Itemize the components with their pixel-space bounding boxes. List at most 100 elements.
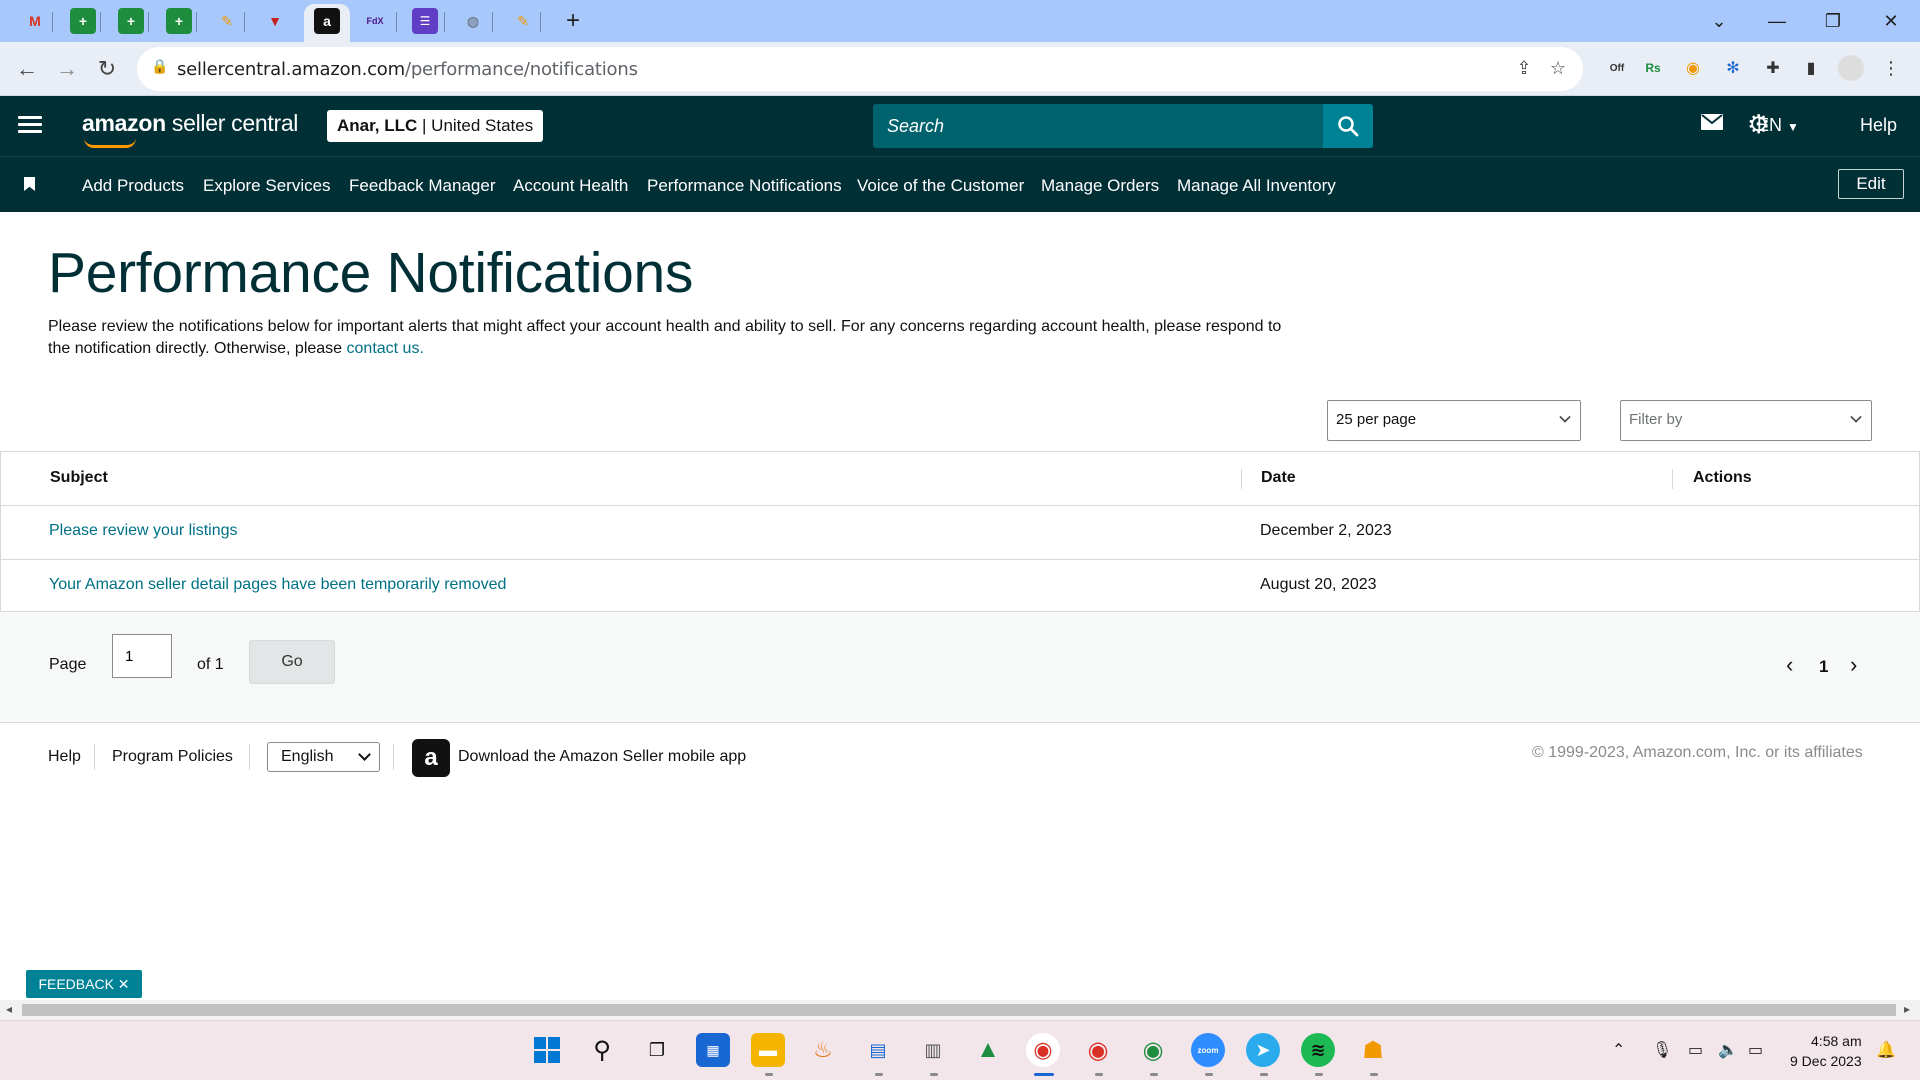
nav-voice-of-customer[interactable]: Voice of the Customer [857, 176, 1024, 196]
nav-performance-notifications[interactable]: Performance Notifications [647, 176, 842, 196]
amazon-a-icon[interactable]: a [314, 8, 340, 34]
forward-icon[interactable]: → [52, 54, 82, 84]
current-page[interactable]: 1 [1819, 657, 1828, 677]
search-button[interactable] [1323, 104, 1373, 148]
help-link[interactable]: Help [1860, 115, 1897, 136]
extension-circle-icon[interactable]: ◉ [1680, 55, 1706, 81]
battery-icon[interactable]: ▭ [1748, 1040, 1763, 1060]
nav-manage-inventory[interactable]: Manage All Inventory [1177, 176, 1336, 196]
gmail-tab-icon[interactable]: M [22, 8, 48, 34]
copyright-text: © 1999-2023, Amazon.com, Inc. or its aff… [1532, 744, 1863, 761]
system-clock[interactable]: 4:58 am 9 Dec 2023 [1790, 1031, 1862, 1071]
column-header-subject[interactable]: Subject [50, 469, 108, 487]
new-tab-icon[interactable]: + [560, 7, 586, 34]
search-icon[interactable]: ⚲ [585, 1033, 619, 1067]
lock-icon[interactable]: 🔒 [149, 58, 171, 80]
chrome-icon[interactable]: ◉ [1026, 1033, 1060, 1067]
tab-separator [52, 12, 53, 32]
scrollbar-thumb[interactable] [22, 1004, 1896, 1016]
back-icon[interactable]: ← [12, 54, 42, 84]
notepad-icon[interactable]: ▤ [861, 1033, 895, 1067]
puzzle-icon[interactable]: ✚ [1760, 55, 1786, 81]
extension-rs-icon[interactable]: Rs [1640, 55, 1666, 81]
footer-language-select[interactable]: English [267, 742, 380, 772]
google-drive-icon[interactable]: ▲ [971, 1033, 1005, 1067]
fedex-tab-icon[interactable]: FdX [362, 8, 388, 34]
download-app-link[interactable]: Download the Amazon Seller mobile app [458, 748, 746, 766]
bear-app-icon[interactable]: ☗ [1356, 1033, 1390, 1067]
address-bar[interactable]: 🔒 sellercentral.amazon.com/performance/n… [137, 47, 1583, 91]
running-indicator [930, 1073, 938, 1076]
per-page-select[interactable]: 25 per page [1327, 400, 1581, 441]
nav-account-health[interactable]: Account Health [513, 176, 628, 196]
pen-tab-icon[interactable]: ✎ [214, 8, 240, 34]
notification-subject-link[interactable]: Your Amazon seller detail pages have bee… [49, 576, 506, 594]
side-panel-icon[interactable]: ▮ [1798, 55, 1824, 81]
nav-manage-orders[interactable]: Manage Orders [1041, 176, 1159, 196]
hamburger-menu-icon[interactable] [18, 116, 42, 136]
globe-tab-icon[interactable]: ◍ [460, 8, 486, 34]
running-indicator [1315, 1073, 1323, 1076]
bookmark-star-icon[interactable]: ☆ [1547, 58, 1569, 80]
contact-us-link[interactable]: contact us. [347, 340, 424, 357]
amazon-app-icon[interactable]: a [412, 739, 450, 777]
file-explorer-icon[interactable]: ▬ [751, 1033, 785, 1067]
chrome-profile-icon[interactable]: ◉ [1136, 1033, 1170, 1067]
nav-feedback-manager[interactable]: Feedback Manager [349, 176, 495, 196]
bookmark-icon[interactable] [24, 177, 35, 191]
windows-start-icon[interactable] [530, 1033, 564, 1067]
reload-icon[interactable]: ↻ [92, 54, 122, 84]
menu-dots-icon[interactable]: ⋮ [1878, 55, 1904, 81]
page-number-input[interactable] [112, 634, 172, 678]
sheets-tab-icon[interactable]: + [70, 8, 96, 34]
chrome-icon[interactable]: ◉ [1081, 1033, 1115, 1067]
list-tab-icon[interactable]: ☰ [412, 8, 438, 34]
zoom-icon[interactable]: zoom [1191, 1033, 1225, 1067]
restore-icon[interactable]: ❐ [1818, 6, 1848, 36]
go-button[interactable]: Go [249, 640, 335, 684]
profile-avatar[interactable] [1838, 55, 1864, 81]
triangle-tab-icon[interactable]: ▼ [262, 8, 288, 34]
scroll-right-icon[interactable]: ▸ [1904, 1002, 1910, 1016]
tab-search-icon[interactable]: ⌄ [1704, 6, 1734, 36]
filter-select[interactable]: Filter by [1620, 400, 1872, 441]
volume-icon[interactable]: 🔈 [1718, 1040, 1738, 1060]
language-selector[interactable]: EN ▼ [1757, 115, 1799, 136]
task-view-icon[interactable]: ❐ [640, 1033, 674, 1067]
mail-icon[interactable] [1700, 112, 1724, 138]
column-header-date[interactable]: Date [1261, 469, 1296, 487]
extension-gear-icon[interactable]: ✻ [1720, 55, 1746, 81]
clock-date: 9 Dec 2023 [1790, 1053, 1862, 1069]
calculator-icon[interactable]: ▥ [916, 1033, 950, 1067]
minimize-icon[interactable]: — [1762, 6, 1792, 36]
sheets-tab-icon[interactable]: + [166, 8, 192, 34]
network-icon[interactable]: ▭ [1688, 1040, 1703, 1060]
next-page-icon[interactable]: › [1850, 652, 1857, 678]
pen-tab-icon[interactable]: ✎ [510, 8, 536, 34]
share-icon[interactable]: ⇪ [1513, 58, 1535, 80]
footer-program-policies-link[interactable]: Program Policies [112, 748, 233, 766]
nav-explore-services[interactable]: Explore Services [203, 176, 331, 196]
seller-central-logo[interactable]: amazon seller central [82, 110, 298, 148]
extension-off-icon[interactable]: Off [1604, 55, 1630, 81]
feedback-button[interactable]: FEEDBACK ✕ [26, 970, 142, 998]
search-input[interactable] [873, 104, 1323, 148]
running-indicator [1095, 1073, 1103, 1076]
close-window-icon[interactable]: ✕ [1876, 6, 1906, 36]
flame-app-icon[interactable]: ♨ [806, 1033, 840, 1067]
chevron-up-icon[interactable]: ⌃ [1612, 1040, 1625, 1060]
notification-bell-icon[interactable]: 🔔 [1876, 1040, 1896, 1060]
footer-help-link[interactable]: Help [48, 748, 81, 766]
prev-page-icon[interactable]: ‹ [1786, 652, 1793, 678]
horizontal-scrollbar[interactable]: ◂ ▸ [0, 1000, 1920, 1020]
microphone-icon[interactable]: 🎙 [1652, 1040, 1672, 1060]
scroll-left-icon[interactable]: ◂ [6, 1002, 12, 1016]
account-switcher[interactable]: Anar, LLC | United States [327, 110, 544, 142]
notification-subject-link[interactable]: Please review your listings [49, 522, 238, 540]
spotify-icon[interactable]: ≋ [1301, 1033, 1335, 1067]
nav-add-products[interactable]: Add Products [82, 176, 184, 196]
sheets-tab-icon[interactable]: + [118, 8, 144, 34]
store-icon[interactable]: ▦ [696, 1033, 730, 1067]
telegram-icon[interactable]: ➤ [1246, 1033, 1280, 1067]
edit-nav-button[interactable]: Edit [1838, 169, 1904, 199]
